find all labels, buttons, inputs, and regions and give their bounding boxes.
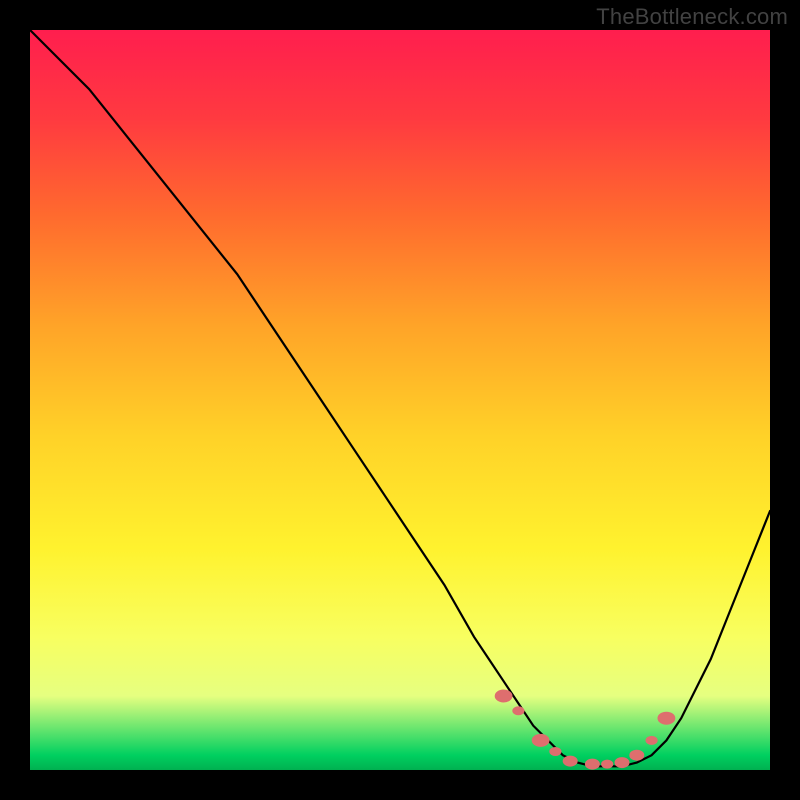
plot-area [30,30,770,770]
curve-marker [615,758,629,768]
chart-frame: TheBottleneck.com [0,0,800,800]
curve-marker [585,759,599,769]
curve-marker [513,707,524,715]
bottleneck-curve-path [30,30,770,766]
curve-marker [563,756,577,766]
curve-svg [30,30,770,770]
curve-marker [646,736,657,744]
curve-marker [630,750,644,760]
curve-marker [495,690,512,702]
curve-marker [658,712,675,724]
curve-marker [550,748,561,756]
curve-marker [532,734,549,746]
watermark-text: TheBottleneck.com [596,4,788,30]
curve-marker [602,760,613,768]
